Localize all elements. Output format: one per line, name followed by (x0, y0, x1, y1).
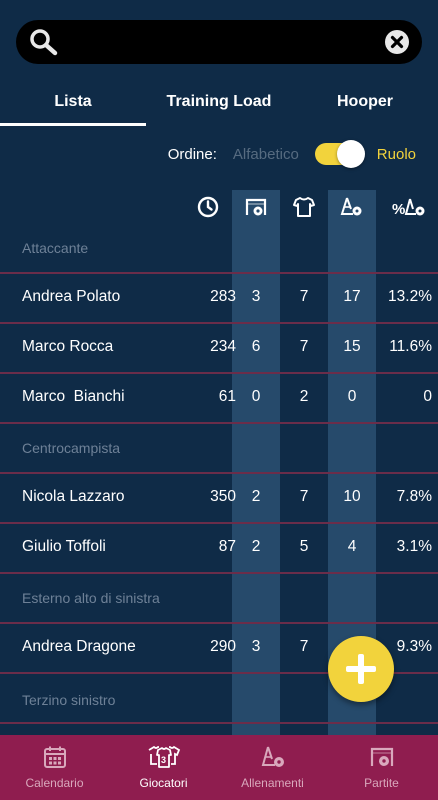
player-row[interactable]: Marco Bianchi 61 0 2 0 0 (0, 374, 438, 424)
clear-icon[interactable] (384, 29, 410, 55)
trainings-value: 17 (343, 288, 361, 305)
player-name: Andrea Polato (22, 288, 121, 305)
player-name: Giulio Toffoli (22, 538, 106, 555)
order-label: Ordine: (167, 145, 217, 163)
nav-label: Calendario (25, 776, 84, 790)
section-header-esterno-alto-di-sinistra: Esterno alto di sinistra (22, 590, 160, 606)
appearances-value: 7 (299, 288, 309, 305)
minutes-value: 350 (210, 488, 236, 505)
toggle-knob[interactable] (336, 140, 365, 168)
percent-cone-ball-icon[interactable]: % (392, 195, 426, 219)
player-row[interactable]: Nicola Lazzaro 350 2 7 10 7.8% (0, 474, 438, 524)
training-percent-value: 3.1% (396, 538, 432, 555)
minutes-value: 87 (218, 538, 236, 555)
training-percent-value: 0 (423, 388, 432, 405)
appearances-value: 5 (299, 538, 309, 555)
active-tab-indicator (0, 123, 146, 126)
appearances-value: 2 (299, 388, 309, 405)
nav-allenamenti[interactable]: Allenamenti (218, 735, 327, 800)
section-header-terzino-sinistro: Terzino sinistro (22, 692, 116, 708)
section-header-centrocampista: Centrocampista (22, 440, 121, 456)
goals-value: 3 (251, 288, 261, 305)
goals-value: 2 (251, 538, 261, 555)
search-bar[interactable] (16, 20, 422, 64)
minutes-value: 290 (210, 638, 236, 655)
training-percent-value: 7.8% (396, 488, 432, 505)
player-row[interactable]: Marco Rocca 234 6 7 15 11.6% (0, 324, 438, 374)
goals-value: 2 (251, 488, 261, 505)
minutes-value: 283 (210, 288, 236, 305)
cone-ball-icon[interactable] (340, 195, 364, 219)
search-input[interactable] (68, 28, 368, 56)
trainings-value: 0 (347, 388, 357, 405)
minutes-value: 234 (210, 338, 236, 355)
training-icon (261, 746, 284, 767)
goal-ball-icon[interactable] (244, 195, 268, 219)
minutes-value: 61 (218, 388, 236, 405)
player-name: Marco Rocca (22, 338, 114, 355)
section-header-attaccante: Attaccante (22, 240, 89, 256)
player-name: Marco Bianchi (22, 388, 125, 405)
tab-hooper[interactable]: Hooper (292, 78, 438, 126)
nav-giocatori[interactable]: 3 Giocatori (109, 735, 218, 800)
trainings-value: 10 (343, 488, 361, 505)
trainings-value: 15 (343, 338, 361, 355)
order-option-alfabetico[interactable]: Alfabetico (233, 146, 299, 163)
training-percent-value: 11.6% (389, 338, 432, 355)
svg-text:%: % (392, 201, 405, 218)
nav-label: Allenamenti (241, 776, 304, 790)
tab-lista[interactable]: Lista (0, 78, 146, 126)
goals-value: 0 (251, 388, 261, 405)
appearances-value: 7 (299, 338, 309, 355)
appearances-value: 7 (299, 638, 309, 655)
match-icon (370, 747, 394, 766)
nav-calendario[interactable]: Calendario (0, 735, 109, 800)
row-divider (0, 572, 438, 574)
row-divider (0, 422, 438, 424)
player-name: Nicola Lazzaro (22, 488, 125, 505)
order-option-ruolo[interactable]: Ruolo (377, 146, 416, 163)
svg-text:3: 3 (161, 755, 166, 765)
trainings-value: 4 (347, 538, 357, 555)
tab-bar: Lista Training Load Hooper (0, 78, 438, 126)
order-toggle[interactable] (314, 140, 365, 168)
bottom-navigation: Calendario 3 Giocatori Allenamenti Parti… (0, 735, 438, 800)
player-row[interactable]: Giulio Toffoli 87 2 5 4 3.1% (0, 524, 438, 574)
calendar-icon (44, 746, 66, 768)
training-percent-value: 13.2% (388, 288, 432, 305)
goals-value: 6 (251, 338, 261, 355)
player-row[interactable]: Andrea Polato 283 3 7 17 13.2% (0, 274, 438, 324)
appearances-value: 7 (299, 488, 309, 505)
goals-value: 3 (251, 638, 261, 655)
clock-icon[interactable] (196, 195, 220, 219)
players-icon: 3 (148, 745, 181, 768)
player-name: Andrea Dragone (22, 638, 136, 655)
jersey-icon[interactable] (292, 195, 316, 219)
nav-label: Giocatori (139, 776, 188, 790)
order-control: Ordine: Alfabetico Ruolo (168, 140, 416, 168)
nav-label: Partite (364, 776, 399, 790)
nav-partite[interactable]: Partite (327, 735, 436, 800)
row-divider (0, 722, 438, 724)
search-icon[interactable] (28, 28, 58, 56)
add-button[interactable] (328, 636, 394, 702)
tab-training-load[interactable]: Training Load (146, 78, 292, 126)
plus-icon (346, 654, 376, 684)
